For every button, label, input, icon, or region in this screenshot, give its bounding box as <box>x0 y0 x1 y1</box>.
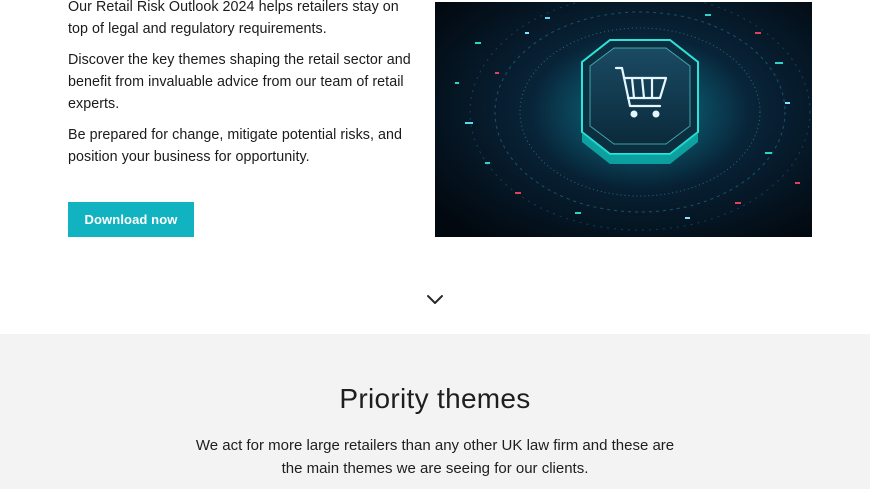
chevron-down-icon[interactable] <box>425 292 445 306</box>
hero-section: Our Retail Risk Outlook 2024 helps retai… <box>0 0 870 334</box>
download-now-button[interactable]: Download now <box>68 202 194 237</box>
priority-themes-section: Priority themes We act for more large re… <box>0 334 870 489</box>
section-description: We act for more large retailers than any… <box>195 437 675 477</box>
hero-paragraph-prepared: Be prepared for change, mitigate potenti… <box>68 127 403 165</box>
section-title: Priority themes <box>339 383 531 414</box>
hero-paragraph-intro: Our Retail Risk Outlook 2024 helps retai… <box>68 0 399 37</box>
hero-image <box>435 2 812 237</box>
shopping-cart-on-chip-icon <box>435 2 812 237</box>
hero-text: Our Retail Risk Outlook 2024 helps retai… <box>68 0 413 177</box>
hero-paragraph-themes: Discover the key themes shaping the reta… <box>68 52 411 112</box>
